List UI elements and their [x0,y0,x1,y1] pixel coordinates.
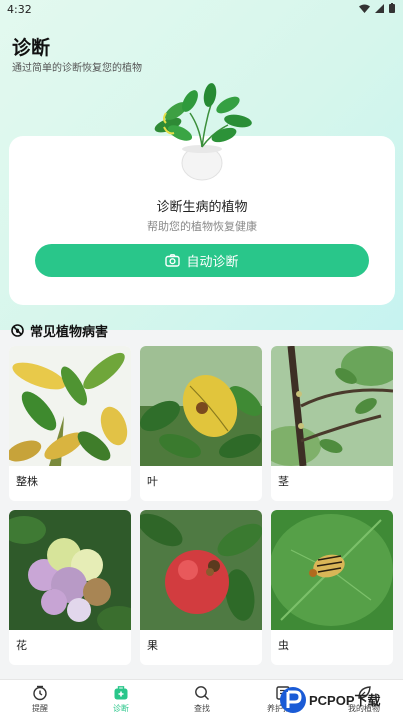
no-bug-icon [11,324,24,337]
medical-kit-icon [114,686,128,700]
status-icons [359,3,395,13]
category-label: 茎 [278,475,289,488]
insect-photo [271,510,393,630]
leaf-photo [140,346,262,466]
section-heading: 常见植物病害 [11,321,108,340]
page-subtitle: 通过简单的诊断恢复您的植物 [12,63,142,74]
category-tile-leaf[interactable]: 叶 [140,346,262,501]
status-time: 4:32 [7,3,32,16]
category-tile-stem[interactable]: 茎 [271,346,393,501]
signal-icon [375,3,384,13]
category-label: 叶 [147,475,158,488]
tab-reminder[interactable]: 提醒 [0,680,80,720]
auto-diagnose-label: 自动诊断 [186,255,239,270]
auto-diagnose-button[interactable]: 自动诊断 [35,244,369,277]
category-label: 整株 [16,475,38,488]
diagnose-card-subtitle: 帮助您的植物恢复健康 [147,220,257,233]
status-bar: 4:32 [0,0,403,20]
category-label: 虫 [278,639,289,652]
pcpop-watermark: PCPOP下载 [278,684,403,716]
search-icon [195,686,209,700]
svg-text:PCPOP下载: PCPOP下载 [309,693,381,708]
tab-search[interactable]: 查找 [162,680,242,720]
tab-diagnose[interactable]: 诊断 [81,680,161,720]
pcpop-logo-icon: PCPOP下载 [280,687,381,713]
category-label: 花 [16,639,27,652]
section-title: 常见植物病害 [30,325,109,340]
category-tile-insect[interactable]: 虫 [271,510,393,665]
category-tile-flower[interactable]: 花 [9,510,131,665]
category-label: 果 [147,639,158,652]
potted-plant-illustration [154,83,252,181]
category-tile-fruit[interactable]: 果 [140,510,262,665]
wifi-icon [359,4,370,13]
tab-label: 诊断 [113,704,129,713]
whole-plant-photo [9,346,131,466]
flower-photo [9,510,131,634]
fruit-photo [140,510,262,630]
category-tile-whole-plant[interactable]: 整株 [9,346,131,501]
camera-icon [165,254,181,267]
tab-label: 查找 [194,704,210,713]
stem-photo [271,346,393,467]
battery-icon [389,3,395,13]
page-title: 诊断 [12,37,51,59]
tab-label: 提醒 [32,704,48,713]
clock-icon [33,685,47,701]
diagnose-card-title: 诊断生病的植物 [156,200,248,215]
